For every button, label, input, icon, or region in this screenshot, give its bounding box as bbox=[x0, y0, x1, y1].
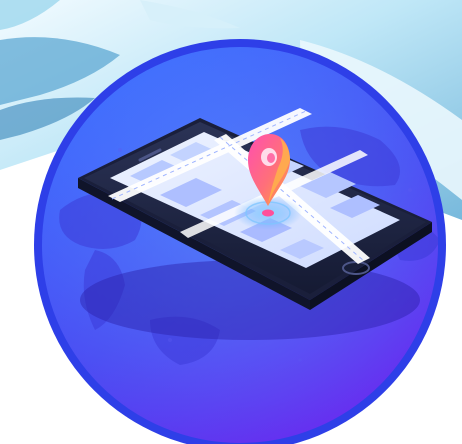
illustration-canvas bbox=[0, 0, 462, 444]
location-illustration bbox=[0, 0, 462, 444]
